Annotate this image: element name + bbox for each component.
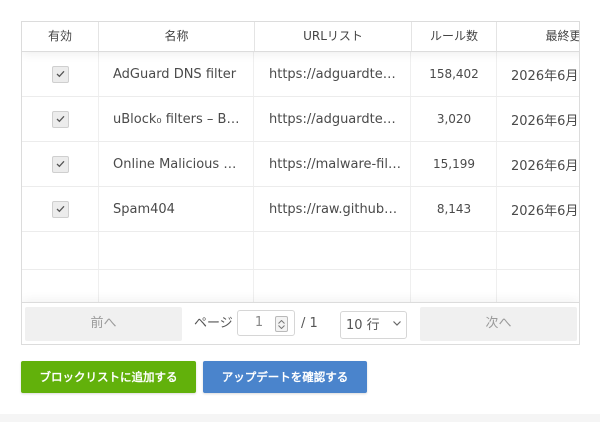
rule-count: 8,143	[436, 202, 472, 216]
rule-count: 3,020	[436, 112, 472, 126]
empty-cell	[255, 232, 411, 269]
header-last-updated[interactable]: 最終更新	[497, 22, 579, 51]
check-updates-button[interactable]: アップデートを確認する	[203, 361, 367, 393]
page-number-value: 1	[254, 315, 264, 330]
empty-cell	[22, 232, 99, 269]
last-updated: 2026年6月...	[511, 203, 579, 219]
table-row: uBlock₀ filters – Badware risks https://…	[22, 97, 579, 142]
url-cell: https://malware-filter.gitlab.io/malware…	[255, 142, 411, 186]
chevron-down-icon	[278, 324, 285, 329]
rules-cell: 158,402	[412, 52, 497, 96]
enabled-checkbox[interactable]	[51, 200, 69, 218]
table-row: Spam404 https://raw.githubusercontent.co…	[22, 187, 579, 232]
filter-url[interactable]: https://adguardteam.github.io/HostlistsR…	[269, 112, 410, 127]
rows-per-page-select[interactable]: 10 行	[340, 311, 407, 339]
rules-cell: 8,143	[412, 187, 497, 231]
enabled-cell	[22, 187, 99, 231]
filter-url[interactable]: https://raw.githubusercontent.com/Spam40…	[269, 202, 410, 217]
rule-count: 15,199	[433, 157, 475, 171]
filters-panel: 有効 名称 URLリスト ルール数 最終更新 AdGuard DNS filte…	[0, 0, 600, 414]
prev-page-button[interactable]: 前へ	[25, 307, 182, 341]
check-icon	[56, 70, 64, 78]
rule-count: 158,402	[429, 67, 479, 81]
enabled-cell	[22, 97, 99, 141]
last-updated: 2026年6月...	[511, 158, 579, 174]
next-page-button[interactable]: 次へ	[420, 307, 577, 341]
add-blocklist-button[interactable]: ブロックリストに追加する	[21, 361, 196, 393]
rows-per-page-value: 10 行	[346, 318, 380, 333]
pagination-bar: 前へ ページ 1 / 1 10 行 次へ	[22, 302, 579, 344]
updated-cell: 2026年6月...	[497, 52, 579, 96]
name-cell: Spam404	[99, 187, 254, 231]
enabled-checkbox[interactable]	[51, 155, 69, 173]
filter-name: AdGuard DNS filter	[113, 66, 237, 82]
name-cell: Online Malicious URL Blocklist	[99, 142, 254, 186]
last-updated: 2026年6月...	[511, 68, 579, 84]
updated-cell: 2026年6月...	[497, 142, 579, 186]
filter-url[interactable]: https://adguardteam.github.io/AdGuardSDN…	[269, 67, 410, 82]
name-cell: AdGuard DNS filter	[99, 52, 254, 96]
chevron-down-icon	[393, 321, 401, 326]
check-icon	[56, 205, 64, 213]
header-name[interactable]: 名称	[99, 22, 255, 51]
last-updated: 2026年6月...	[511, 113, 579, 129]
filter-name: uBlock₀ filters – Badware risks	[113, 111, 253, 127]
table-header: 有効 名称 URLリスト ルール数 最終更新	[22, 22, 579, 52]
filter-name: Spam404	[113, 201, 175, 217]
empty-cell	[99, 232, 254, 269]
updated-cell: 2026年6月...	[497, 97, 579, 141]
filter-name: Online Malicious URL Blocklist	[113, 156, 253, 172]
header-rule-count[interactable]: ルール数	[412, 22, 497, 51]
page-stepper[interactable]	[275, 316, 288, 332]
header-enabled[interactable]: 有効	[22, 22, 99, 51]
header-url-list[interactable]: URLリスト	[255, 22, 412, 51]
updated-cell: 2026年6月...	[497, 187, 579, 231]
table-row: AdGuard DNS filter https://adguardteam.g…	[22, 52, 579, 97]
enabled-cell	[22, 52, 99, 96]
url-cell: https://adguardteam.github.io/AdGuardSDN…	[255, 52, 411, 96]
page-number-input[interactable]: 1	[237, 310, 295, 336]
page-label: ページ	[194, 316, 233, 331]
blocklist-table: 有効 名称 URLリスト ルール数 最終更新 AdGuard DNS filte…	[21, 21, 580, 345]
url-cell: https://adguardteam.github.io/HostlistsR…	[255, 97, 411, 141]
chevron-up-icon	[278, 319, 285, 324]
empty-cell	[412, 232, 497, 269]
enabled-cell	[22, 142, 99, 186]
page-total: / 1	[301, 316, 318, 331]
rules-cell: 15,199	[412, 142, 497, 186]
rules-cell: 3,020	[412, 97, 497, 141]
table-row: Online Malicious URL Blocklist https://m…	[22, 142, 579, 187]
url-cell: https://raw.githubusercontent.com/Spam40…	[255, 187, 411, 231]
name-cell: uBlock₀ filters – Badware risks	[99, 97, 254, 141]
empty-cell	[497, 232, 579, 269]
table-body: AdGuard DNS filter https://adguardteam.g…	[22, 52, 579, 308]
empty-row	[22, 232, 579, 270]
check-icon	[56, 160, 64, 168]
enabled-checkbox[interactable]	[51, 65, 69, 83]
check-icon	[56, 115, 64, 123]
filter-url[interactable]: https://malware-filter.gitlab.io/malware…	[269, 157, 410, 172]
enabled-checkbox[interactable]	[51, 110, 69, 128]
